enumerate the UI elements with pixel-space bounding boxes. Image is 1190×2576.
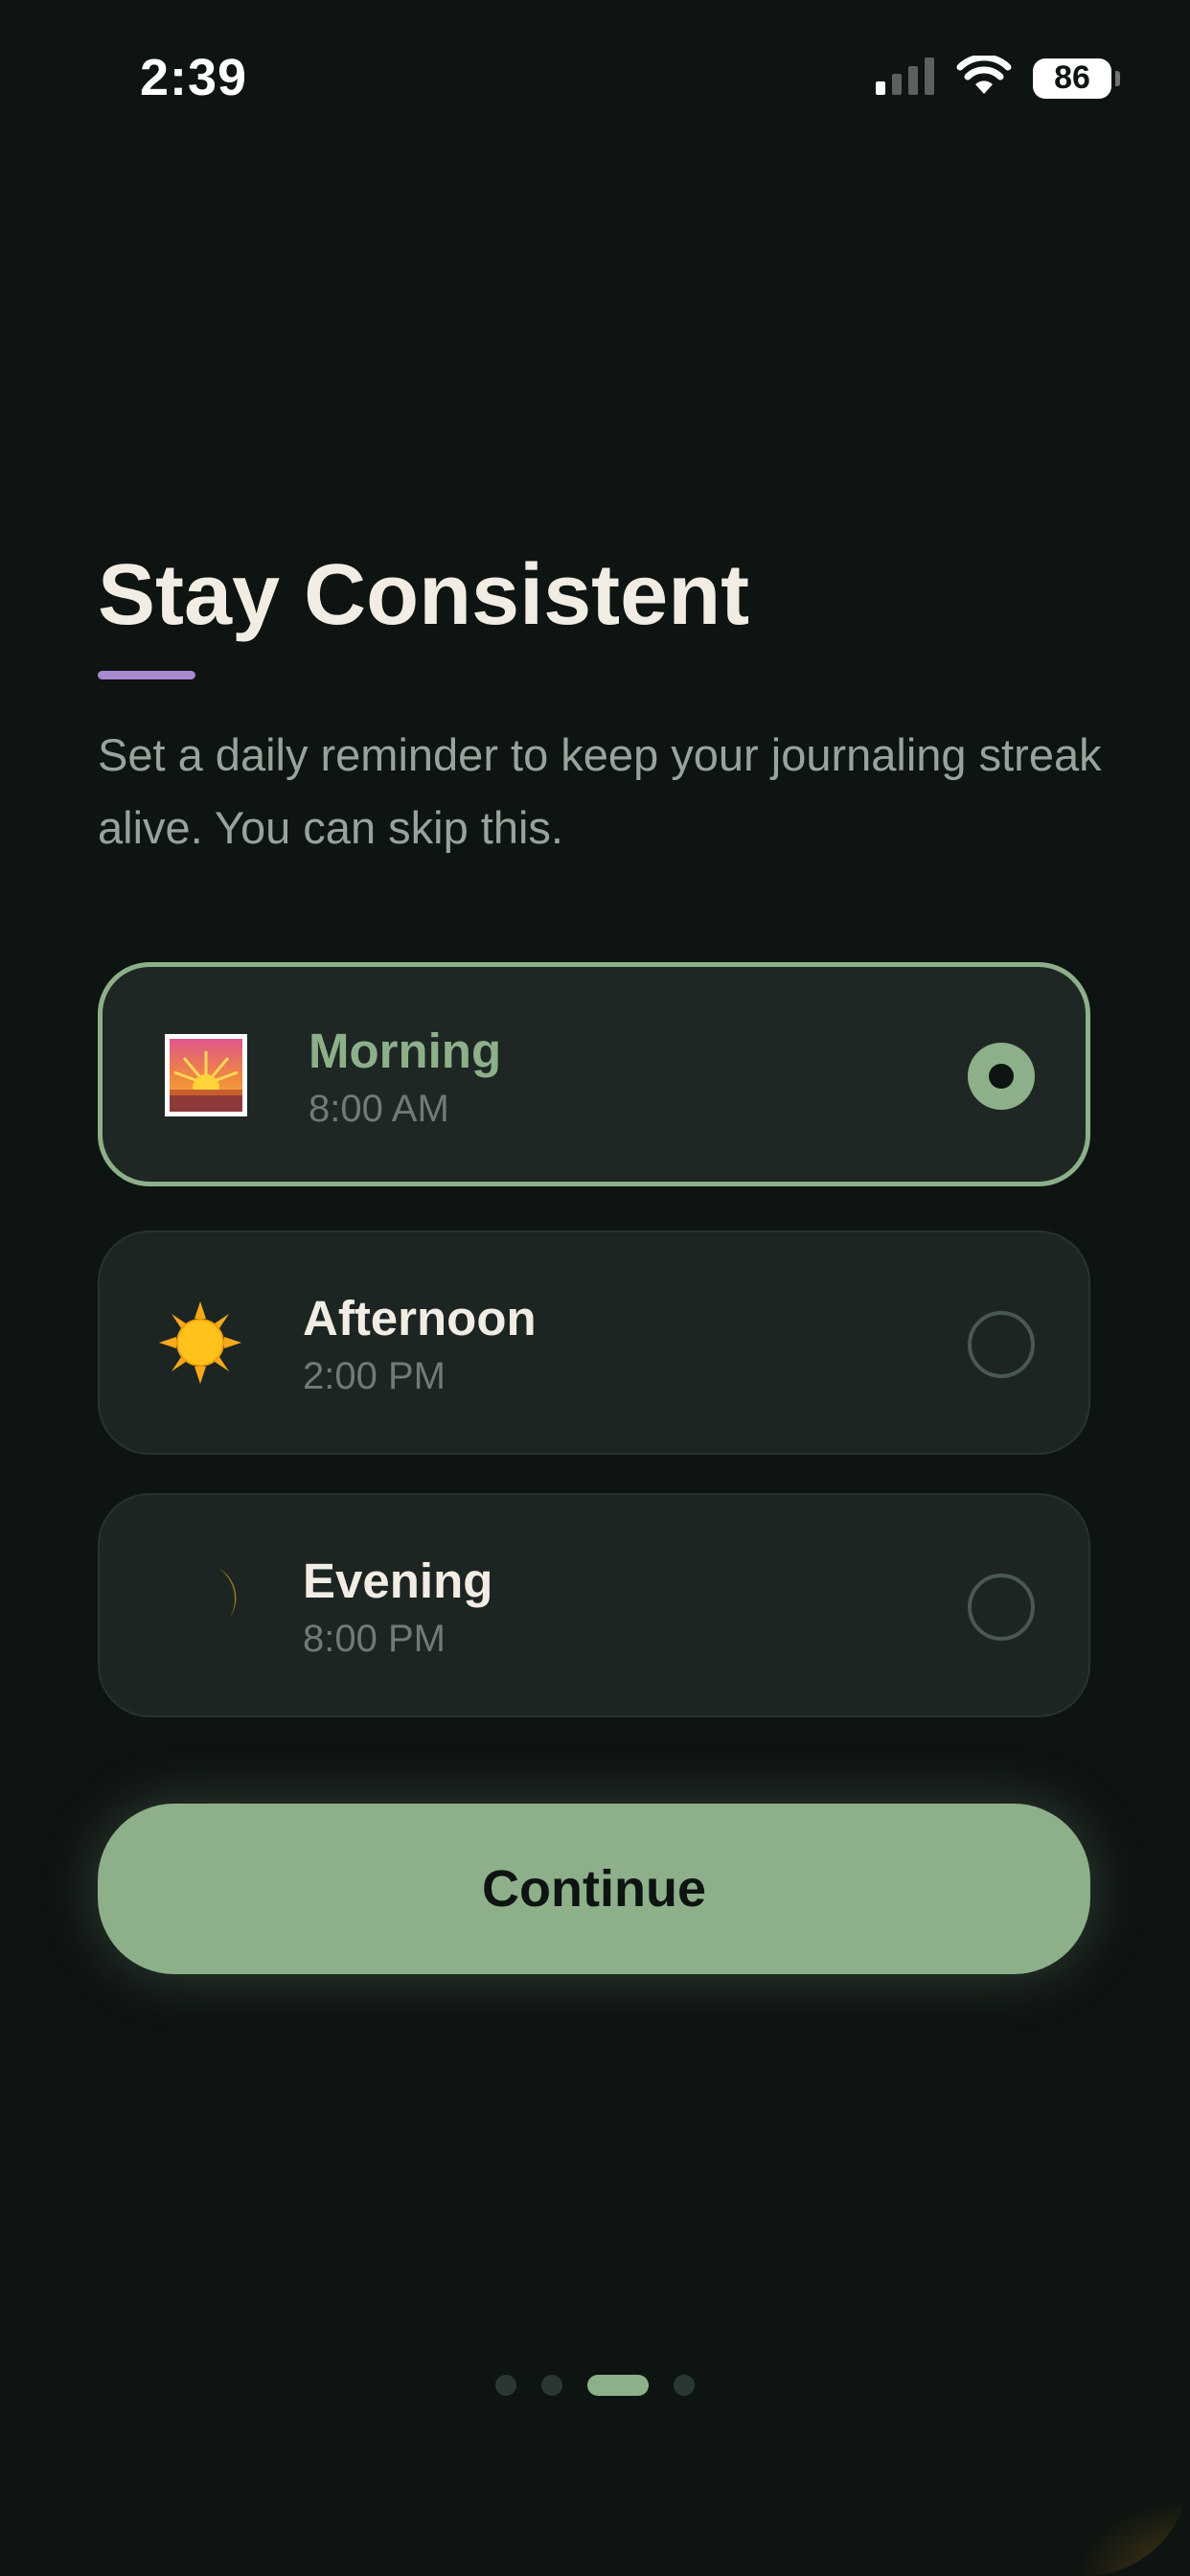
option-time: 2:00 PM [303,1355,446,1397]
page-dot-3-active[interactable] [587,2375,649,2396]
radio-dot [989,1064,1014,1089]
page-dot-2[interactable] [541,2375,562,2396]
page-indicator [0,2375,1190,2396]
battery-level: 86 [1054,59,1090,96]
battery-icon: 86 [1033,58,1120,99]
reminder-option-evening[interactable]: Evening 8:00 PM [98,1493,1090,1717]
page-title: Stay Consistent [98,547,750,643]
phone-screen: 2:39 86 Stay Consistent Set a daily remi… [0,0,1190,2576]
crescent-moon-icon [159,1564,241,1646]
status-icons: 86 [876,54,1120,101]
corner-glow [1075,2499,1190,2576]
option-time: 8:00 AM [309,1088,449,1130]
sun-icon [159,1301,241,1384]
title-underline [98,671,195,679]
radio-unselected[interactable] [968,1311,1035,1378]
radio-selected[interactable] [968,1043,1035,1110]
page-subtitle: Set a daily reminder to keep your journa… [98,729,1102,853]
option-time: 8:00 PM [303,1618,446,1660]
option-label: Morning [309,1024,502,1078]
reminder-option-morning[interactable]: Morning 8:00 AM [98,962,1090,1186]
status-time: 2:39 [140,49,248,106]
sunrise-icon [165,1034,247,1116]
page-dot-1[interactable] [495,2375,516,2396]
option-label: Evening [303,1553,493,1608]
radio-unselected[interactable] [968,1574,1035,1641]
cellular-signal-icon [876,57,935,100]
page-dot-4[interactable] [674,2375,695,2396]
wifi-icon [956,54,1012,101]
option-label: Afternoon [303,1291,537,1346]
reminder-option-afternoon[interactable]: Afternoon 2:00 PM [98,1230,1090,1455]
continue-button[interactable]: Continue [98,1804,1090,1974]
